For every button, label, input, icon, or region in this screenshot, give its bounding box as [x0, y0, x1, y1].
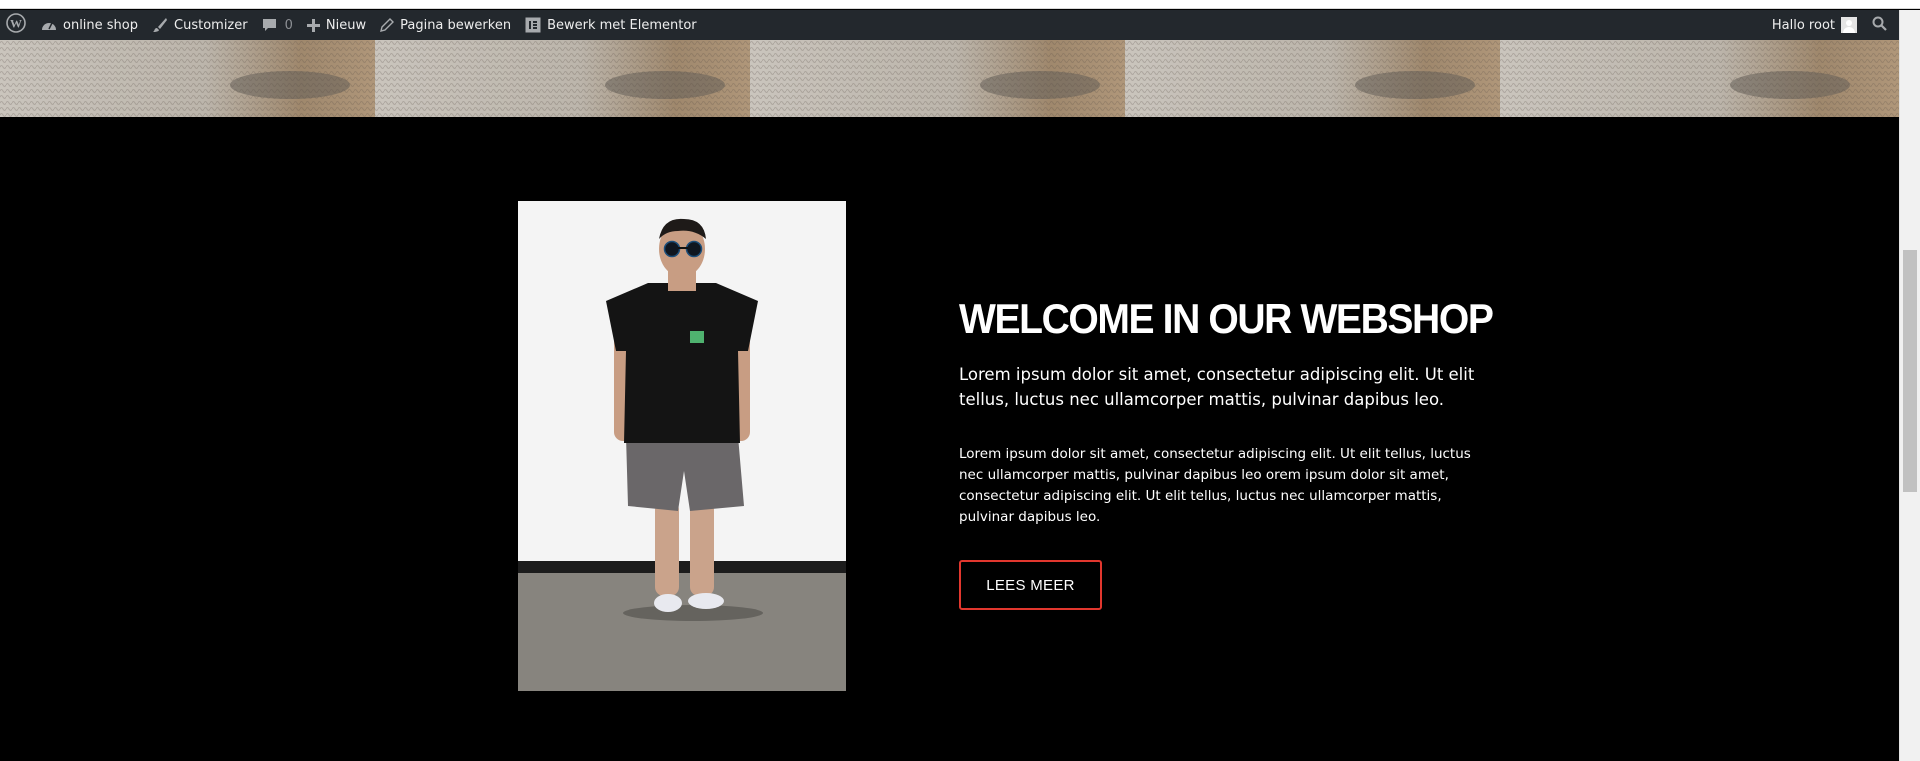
search-icon [1872, 16, 1887, 35]
welcome-content: WELCOME IN OUR WEBSHOP Lorem ipsum dolor… [959, 298, 1499, 610]
wp-admin-bar: W online shop Customizer 0 Nieuw Pagina … [0, 10, 1899, 40]
wordpress-logo-icon: W [6, 13, 26, 37]
page-scrollbar[interactable] [1899, 10, 1920, 761]
browser-top-edge [0, 0, 1920, 9]
read-more-button[interactable]: LEES MEER [959, 560, 1102, 610]
greeting-label: Hallo root [1771, 17, 1835, 33]
plus-icon [306, 18, 320, 32]
customizer-label: Customizer [174, 17, 248, 33]
elementor-label: Bewerk met Elementor [547, 17, 697, 33]
welcome-section: WELCOME IN OUR WEBSHOP Lorem ipsum dolor… [0, 117, 1899, 761]
wordpress-menu[interactable]: W [0, 10, 34, 40]
search-button[interactable] [1864, 10, 1899, 40]
edit-page-label: Pagina bewerken [400, 17, 512, 33]
lead-paragraph: Lorem ipsum dolor sit amet, consectetur … [959, 365, 1475, 409]
comments-link[interactable]: 0 [255, 10, 300, 40]
scrollbar-thumb[interactable] [1903, 250, 1917, 492]
dashboard-icon [41, 18, 57, 32]
new-label: Nieuw [325, 17, 367, 33]
body-paragraph: Lorem ipsum dolor sit amet, consectetur … [959, 446, 1471, 525]
my-account-menu[interactable]: Hallo root [1765, 10, 1864, 40]
paintbrush-icon [152, 17, 168, 33]
new-content-menu[interactable]: Nieuw [300, 10, 373, 40]
customizer-link[interactable]: Customizer [145, 10, 255, 40]
elementor-icon [525, 17, 541, 33]
comment-icon [262, 18, 277, 33]
knit-texture-image [0, 40, 1899, 117]
elementor-edit-link[interactable]: Bewerk met Elementor [518, 10, 704, 40]
hero-banner-image [0, 40, 1899, 117]
svg-text:W: W [10, 17, 22, 31]
site-name-menu[interactable]: online shop [34, 10, 145, 40]
comments-count: 0 [284, 17, 293, 33]
pencil-icon [380, 18, 395, 32]
site-name-label: online shop [63, 17, 139, 33]
adminbar-secondary: Hallo root [1765, 10, 1899, 40]
edit-page-link[interactable]: Pagina bewerken [373, 10, 518, 40]
model-photo [518, 201, 846, 691]
welcome-heading: WELCOME IN OUR WEBSHOP [959, 295, 1494, 342]
avatar-icon [1841, 17, 1857, 33]
